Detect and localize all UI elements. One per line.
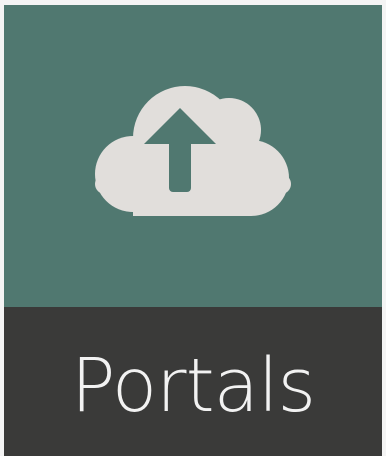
- tile-label: Portals: [70, 342, 316, 429]
- tile-icon-panel: [4, 5, 382, 307]
- portals-tile[interactable]: Portals: [4, 5, 382, 456]
- tile-label-panel: Portals: [4, 307, 382, 456]
- cloud-upload-icon: [95, 86, 291, 216]
